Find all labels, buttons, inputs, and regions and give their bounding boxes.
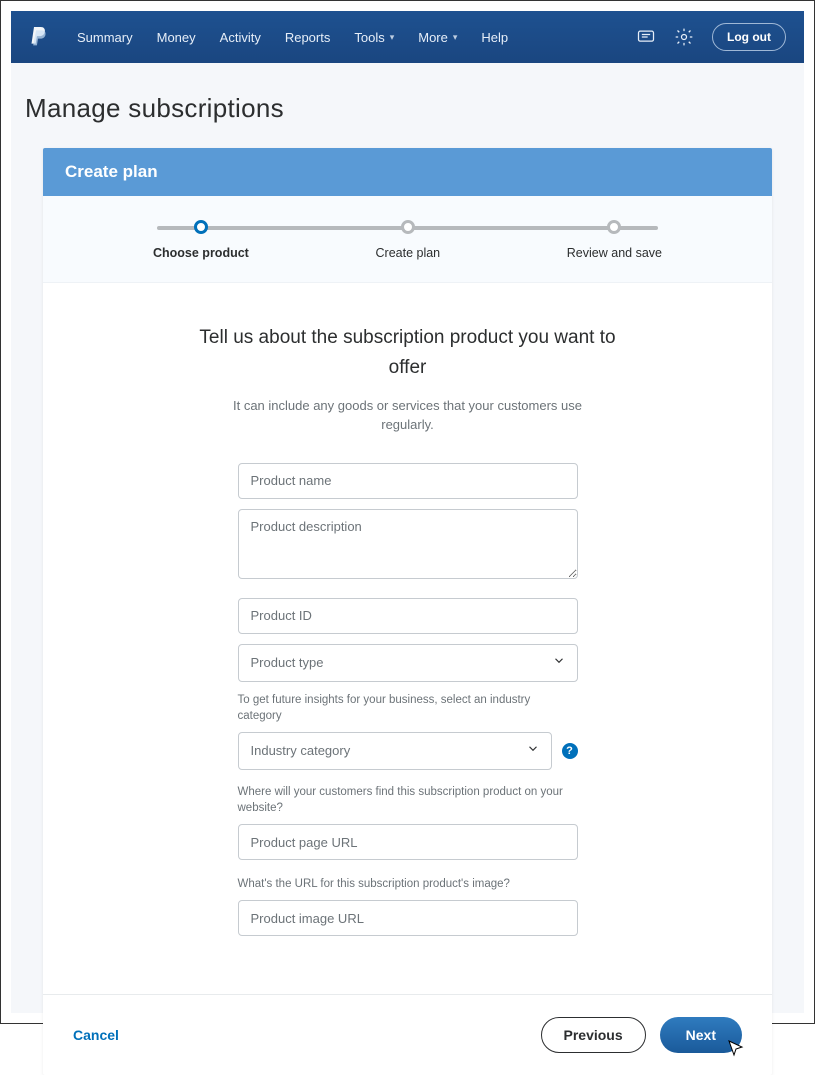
logout-button[interactable]: Log out [712,23,786,51]
top-nav: Summary Money Activity Reports Tools▾ Mo… [11,11,804,63]
step-label: Choose product [153,246,249,260]
nav-summary[interactable]: Summary [77,30,133,45]
step-label: Review and save [567,246,662,260]
step-circle-icon [607,220,621,234]
cursor-icon [728,1040,744,1061]
form-heading: Tell us about the subscription product y… [198,323,618,384]
next-button-label: Next [686,1027,716,1043]
industry-category-select[interactable]: Industry category [238,732,552,770]
previous-button[interactable]: Previous [541,1017,646,1053]
product-name-input[interactable] [238,463,578,499]
step-review-save: Review and save [567,220,662,260]
product-id-input[interactable] [238,598,578,634]
nav-activity[interactable]: Activity [220,30,261,45]
image-url-helper-text: What's the URL for this subscription pro… [238,876,578,892]
gear-icon[interactable] [674,27,694,47]
help-icon[interactable]: ? [562,743,578,759]
form-subheading: It can include any goods or services tha… [208,396,608,435]
product-image-url-input[interactable] [238,900,578,936]
card-header: Create plan [43,148,772,196]
nav-tools[interactable]: Tools▾ [354,30,394,45]
product-type-select[interactable]: Product type [238,644,578,682]
product-page-url-input[interactable] [238,824,578,860]
chevron-down-icon: ▾ [453,32,458,43]
nav-reports[interactable]: Reports [285,30,331,45]
industry-helper-text: To get future insights for your business… [238,692,578,724]
step-circle-icon [194,220,208,234]
step-label: Create plan [376,246,441,260]
stepper: Choose product Create plan Review and sa… [43,196,772,283]
step-circle-icon [401,220,415,234]
paypal-logo[interactable] [29,23,53,51]
cancel-button[interactable]: Cancel [73,1027,119,1043]
page-title: Manage subscriptions [11,63,804,148]
page-url-helper-text: Where will your customers find this subs… [238,784,578,816]
step-create-plan: Create plan [376,220,441,260]
product-description-input[interactable] [238,509,578,579]
nav-help[interactable]: Help [481,30,508,45]
chevron-down-icon: ▾ [390,32,395,43]
nav-money[interactable]: Money [157,30,196,45]
create-plan-card: Create plan Choose product Create plan [43,148,772,1075]
next-button[interactable]: Next [660,1017,742,1053]
step-choose-product: Choose product [153,220,249,260]
nav-more[interactable]: More▾ [418,30,457,45]
messages-icon[interactable] [636,27,656,47]
